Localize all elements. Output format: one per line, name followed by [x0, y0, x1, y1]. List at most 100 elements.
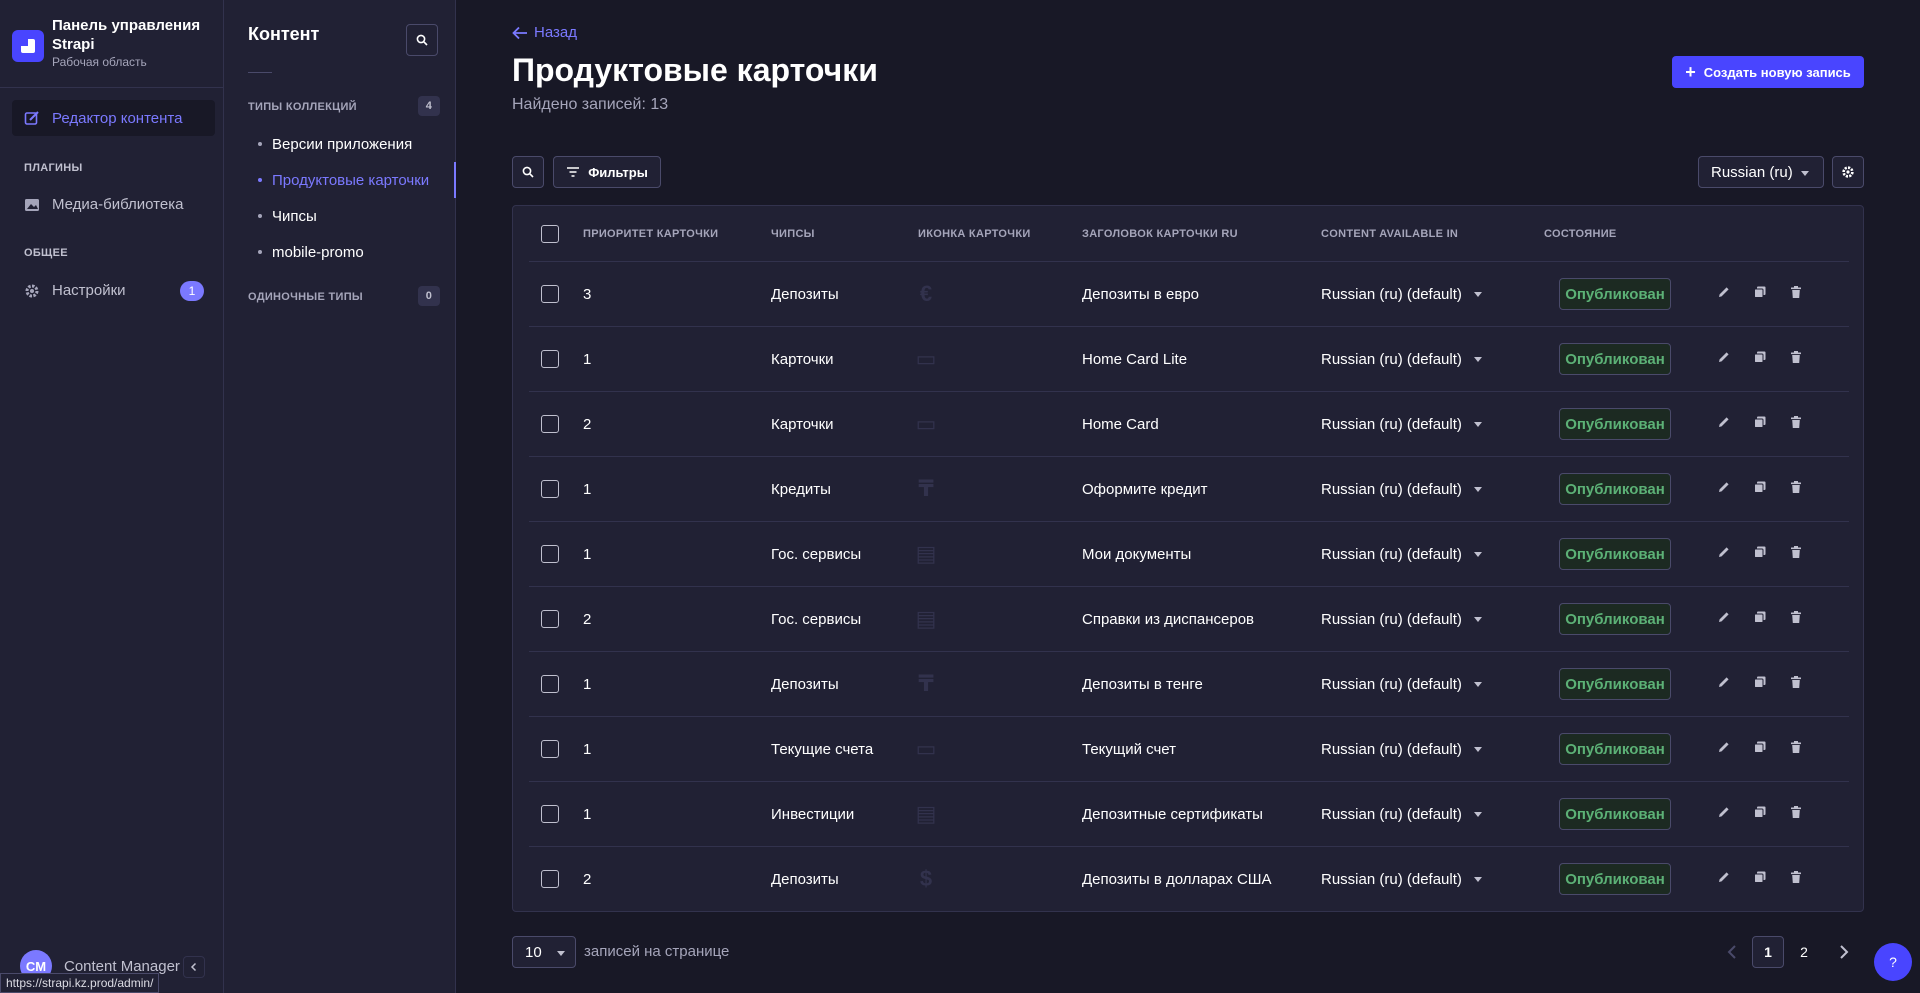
duplicate-button[interactable] — [1751, 870, 1769, 888]
table-row[interactable]: 1 Гос. сервисы ▤ Мои документы Russian (ru) … — [529, 521, 1849, 586]
collapse-nav-button[interactable] — [183, 956, 205, 978]
duplicate-icon — [1753, 415, 1767, 434]
delete-button[interactable] — [1787, 740, 1805, 758]
table-row[interactable]: 2 Гос. сервисы ▤ Справки из диспансеров Russ… — [529, 586, 1849, 651]
page-button-2[interactable]: 2 — [1788, 936, 1820, 968]
column-header-status[interactable]: СОСТОЯНИЕ — [1544, 228, 1617, 240]
table-row[interactable]: 2 Депозиты $ Депозиты в долларах США Russian… — [529, 846, 1849, 911]
row-checkbox[interactable] — [541, 805, 559, 823]
delete-button[interactable] — [1787, 285, 1805, 303]
column-header-icon[interactable]: ИКОНКА КАРТОЧКИ — [918, 228, 1031, 240]
locale-dropdown[interactable]: Russian (ru) (default) — [1321, 871, 1482, 888]
status-badge: Опубликован — [1559, 473, 1671, 505]
nav-item-content-manager[interactable]: Редактор контента — [12, 100, 215, 136]
delete-button[interactable] — [1787, 610, 1805, 628]
row-checkbox[interactable] — [541, 610, 559, 628]
delete-button[interactable] — [1787, 480, 1805, 498]
table-row[interactable]: 3 Депозиты € Депозиты в евро Russian (ru) (d… — [529, 261, 1849, 326]
column-header-locales[interactable]: CONTENT AVAILABLE IN — [1321, 228, 1458, 240]
duplicate-button[interactable] — [1751, 610, 1769, 628]
duplicate-button[interactable] — [1751, 805, 1769, 823]
delete-button[interactable] — [1787, 415, 1805, 433]
card-icon: € — [919, 281, 933, 306]
row-checkbox[interactable] — [541, 480, 559, 498]
table-row[interactable]: 1 Текущие счета ▭ Текущий счет Russian (ru) … — [529, 716, 1849, 781]
subnav-item-product-cards[interactable]: Продуктовые карточки — [248, 162, 456, 198]
column-header-title[interactable]: ЗАГОЛОВОК КАРТОЧКИ RU — [1082, 228, 1238, 240]
row-checkbox[interactable] — [541, 675, 559, 693]
locale-dropdown[interactable]: Russian (ru) (default) — [1321, 481, 1482, 498]
duplicate-button[interactable] — [1751, 740, 1769, 758]
delete-button[interactable] — [1787, 675, 1805, 693]
table-row[interactable]: 1 Кредиты ₸ Оформите кредит Russian (ru) (de… — [529, 456, 1849, 521]
locale-dropdown[interactable]: Russian (ru) (default) — [1321, 286, 1482, 303]
page-size-select[interactable]: 10 — [512, 936, 576, 968]
delete-button[interactable] — [1787, 545, 1805, 563]
locale-dropdown[interactable]: Russian (ru) (default) — [1321, 611, 1482, 628]
edit-button[interactable] — [1715, 675, 1733, 693]
edit-button[interactable] — [1715, 480, 1733, 498]
nav-section-general: ОБЩЕЕ — [24, 247, 68, 259]
create-entry-button[interactable]: + Создать новую запись — [1672, 56, 1864, 88]
locale-dropdown[interactable]: Russian (ru) (default) — [1321, 806, 1482, 823]
chevron-left-icon — [190, 962, 197, 972]
delete-button[interactable] — [1787, 350, 1805, 368]
entries-table: ПРИОРИТЕТ КАРТОЧКИ ЧИПСЫ ИКОНКА КАРТОЧКИ… — [512, 205, 1864, 912]
duplicate-button[interactable] — [1751, 415, 1769, 433]
help-button[interactable]: ? — [1874, 943, 1912, 981]
row-checkbox[interactable] — [541, 740, 559, 758]
row-checkbox[interactable] — [541, 285, 559, 303]
locale-dropdown[interactable]: Russian (ru) (default) — [1321, 676, 1482, 693]
locale-value: Russian (ru) (default) — [1321, 351, 1462, 368]
collection-types-section[interactable]: ТИПЫ КОЛЛЕКЦИЙ 4 — [248, 96, 440, 116]
subnav-item-mobile-promo[interactable]: mobile-promo — [248, 234, 456, 270]
locale-dropdown[interactable]: Russian (ru) (default) — [1321, 416, 1482, 433]
row-checkbox[interactable] — [541, 870, 559, 888]
previous-page-button[interactable] — [1716, 936, 1748, 968]
locale-dropdown[interactable]: Russian (ru) (default) — [1321, 351, 1482, 368]
duplicate-button[interactable] — [1751, 285, 1769, 303]
edit-button[interactable] — [1715, 415, 1733, 433]
delete-button[interactable] — [1787, 870, 1805, 888]
trash-icon — [1789, 610, 1803, 629]
subnav-item-chips[interactable]: Чипсы — [248, 198, 456, 234]
back-link[interactable]: Назад — [512, 24, 577, 41]
duplicate-button[interactable] — [1751, 480, 1769, 498]
delete-button[interactable] — [1787, 805, 1805, 823]
row-checkbox[interactable] — [541, 415, 559, 433]
locale-select[interactable]: Russian (ru) — [1698, 156, 1824, 188]
table-row[interactable]: 1 Инвестиции ▤ Депозитные сертификаты Russia… — [529, 781, 1849, 846]
row-checkbox[interactable] — [541, 350, 559, 368]
edit-button[interactable] — [1715, 350, 1733, 368]
locale-dropdown[interactable]: Russian (ru) (default) — [1321, 546, 1482, 563]
duplicate-button[interactable] — [1751, 675, 1769, 693]
edit-button[interactable] — [1715, 740, 1733, 758]
column-header-priority[interactable]: ПРИОРИТЕТ КАРТОЧКИ — [583, 228, 718, 240]
single-types-section[interactable]: ОДИНОЧНЫЕ ТИПЫ 0 — [248, 286, 440, 306]
table-row[interactable]: 1 Депозиты ₸ Депозиты в тенге Russian (ru) (… — [529, 651, 1849, 716]
filters-button[interactable]: Фильтры — [553, 156, 661, 188]
nav-item-settings[interactable]: Настройки 1 — [24, 280, 204, 301]
table-row[interactable]: 2 Карточки ▭ Home Card Russian (ru) (default… — [529, 391, 1849, 456]
edit-button[interactable] — [1715, 870, 1733, 888]
locale-dropdown[interactable]: Russian (ru) (default) — [1321, 741, 1482, 758]
duplicate-button[interactable] — [1751, 350, 1769, 368]
column-header-chips[interactable]: ЧИПСЫ — [771, 228, 815, 240]
edit-button[interactable] — [1715, 545, 1733, 563]
subnav-search-button[interactable] — [406, 24, 438, 56]
locale-value: Russian (ru) (default) — [1321, 546, 1462, 563]
row-checkbox[interactable] — [541, 545, 559, 563]
next-page-button[interactable] — [1828, 936, 1860, 968]
table-settings-button[interactable] — [1832, 156, 1864, 188]
page-button-1[interactable]: 1 — [1752, 936, 1784, 968]
nav-item-media-library[interactable]: Медиа-библиотека — [24, 196, 204, 213]
edit-button[interactable] — [1715, 285, 1733, 303]
duplicate-icon — [1753, 805, 1767, 824]
search-button[interactable] — [512, 156, 544, 188]
subnav-item-app-versions[interactable]: Версии приложения — [248, 126, 456, 162]
edit-button[interactable] — [1715, 610, 1733, 628]
edit-button[interactable] — [1715, 805, 1733, 823]
select-all-checkbox[interactable] — [541, 225, 559, 243]
table-row[interactable]: 1 Карточки ▭ Home Card Lite Russian (ru) (de… — [529, 326, 1849, 391]
duplicate-button[interactable] — [1751, 545, 1769, 563]
